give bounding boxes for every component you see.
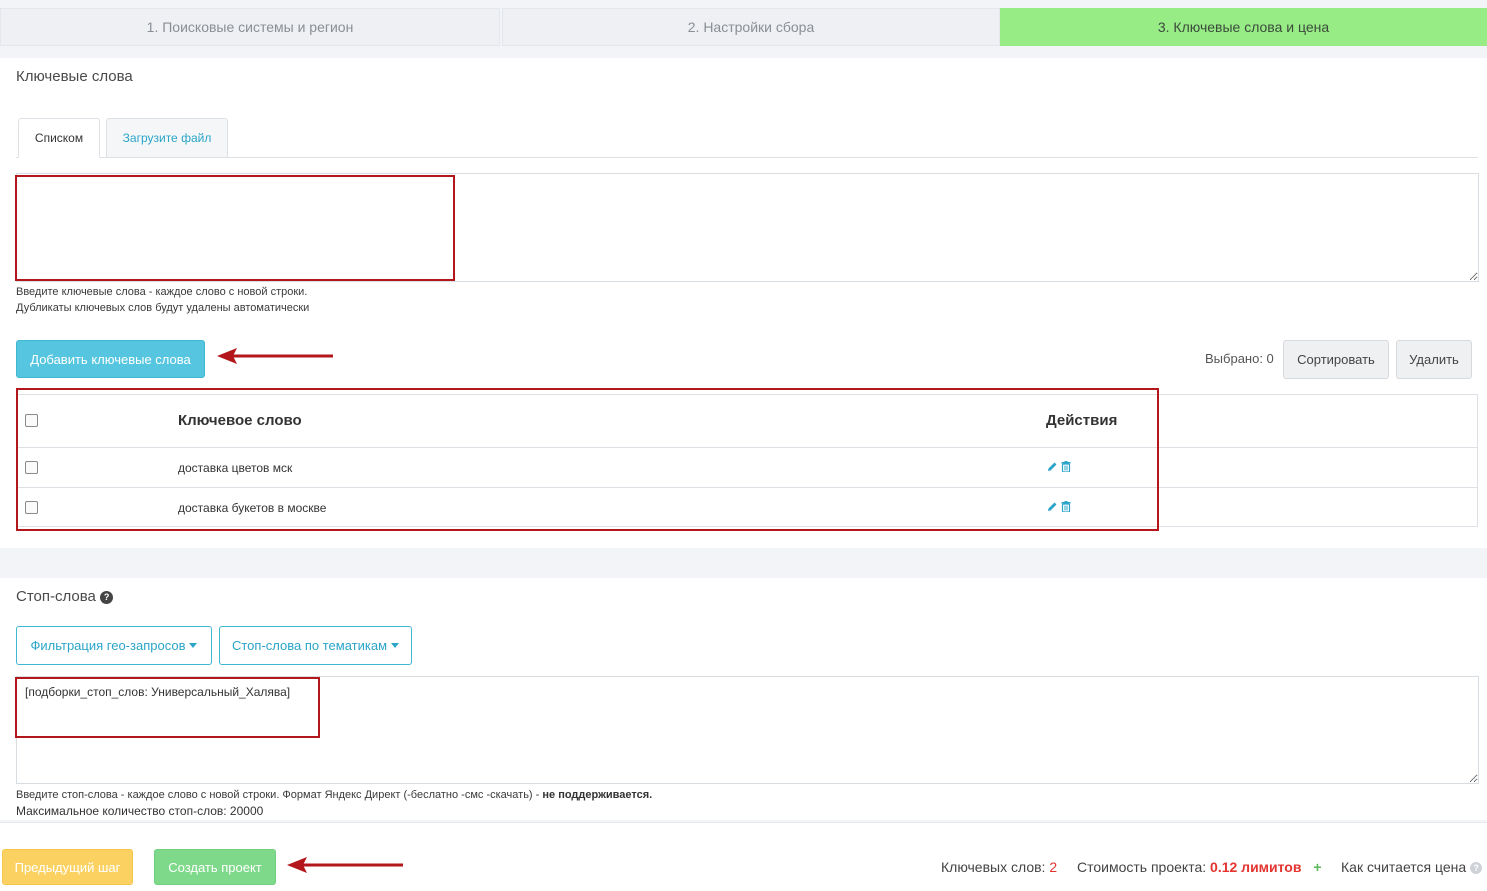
how-price-label: Как считается цена (1341, 859, 1467, 875)
sort-button[interactable]: Сортировать (1283, 340, 1389, 379)
edit-pencil-icon[interactable] (1047, 501, 1058, 512)
question-circle-icon[interactable]: ? (1470, 862, 1483, 875)
keywords-textarea[interactable] (16, 173, 1479, 282)
stopwords-hint: Введите стоп-слова - каждое слово с ново… (16, 787, 652, 803)
tab-upload-file[interactable]: Загрузите файл (106, 118, 228, 158)
delete-trash-icon[interactable] (1061, 461, 1071, 472)
row-actions (1047, 461, 1071, 472)
stopwords-hint-text: Введите стоп-слова - каждое слово с ново… (16, 789, 543, 801)
annotation-arrow-add (217, 348, 333, 364)
column-keyword: Ключевое слово (178, 412, 302, 429)
keywords-count-label: Ключевых слов: (941, 859, 1046, 875)
step-2[interactable]: 2. Настройки сбора (502, 8, 1000, 46)
stopwords-title-text: Стоп-слова (16, 588, 96, 605)
keywords-hint-2: Дубликаты ключевых слов будут удалены ав… (16, 302, 310, 314)
previous-step-button[interactable]: Предыдущий шаг (2, 849, 133, 885)
step-1[interactable]: 1. Поисковые системы и регион (0, 8, 500, 46)
row-actions (1047, 501, 1071, 512)
stopwords-title: Стоп-слова ? (16, 588, 114, 605)
create-project-button[interactable]: Создать проект (154, 849, 276, 885)
stopwords-panel: Стоп-слова ? Фильтрация гео-запросов Сто… (0, 578, 1487, 820)
keywords-count-value: 2 (1049, 859, 1058, 875)
wizard-steps: 1. Поисковые системы и регион 2. Настрой… (0, 8, 1487, 46)
keywords-table: Ключевое слово Действия доставка цветов … (16, 394, 1478, 527)
table-row: доставка букетов в москве (17, 488, 1477, 528)
tab-list[interactable]: Списком (18, 118, 100, 158)
keyword-cell: доставка букетов в москве (178, 501, 327, 515)
step-3-active[interactable]: 3. Ключевые слова и цена (1000, 8, 1487, 46)
stopwords-textarea[interactable]: [подборки_стоп_слов: Универсальный_Халяв… (16, 676, 1479, 784)
geo-filter-dropdown[interactable]: Фильтрация гео-запросов (16, 626, 212, 665)
footer-bar: Предыдущий шаг Создать проект Ключевых с… (0, 822, 1487, 891)
row-checkbox[interactable] (25, 501, 38, 514)
how-price-calculated[interactable]: Как считается цена ? (1341, 859, 1483, 875)
project-cost-value: 0.12 лимитов (1210, 859, 1302, 875)
keywords-hint-1: Введите ключевые слова - каждое слово с … (16, 286, 308, 298)
row-checkbox[interactable] (25, 461, 38, 474)
delete-trash-icon[interactable] (1061, 501, 1071, 512)
caret-down-icon (189, 643, 198, 648)
keywords-title: Ключевые слова (16, 68, 133, 85)
select-all-checkbox[interactable] (25, 414, 38, 427)
project-cost: Стоимость проекта: 0.12 лимитов + (1077, 859, 1322, 875)
project-cost-label: Стоимость проекта: (1077, 859, 1207, 875)
table-header-row: Ключевое слово Действия (17, 395, 1477, 448)
keywords-tabs: Списком Загрузите файл (16, 118, 1478, 158)
column-actions: Действия (1046, 412, 1118, 429)
add-limits-plus[interactable]: + (1313, 859, 1321, 875)
selected-count: Выбрано: 0 (1205, 351, 1274, 366)
add-keywords-button[interactable]: Добавить ключевые слова (16, 340, 205, 378)
keywords-count: Ключевых слов: 2 (941, 859, 1057, 875)
theme-stopwords-label: Стоп-слова по тематикам (231, 638, 388, 653)
theme-stopwords-dropdown[interactable]: Стоп-слова по тематикам (219, 626, 412, 665)
annotation-arrow-create (287, 857, 403, 873)
caret-down-icon (391, 643, 400, 648)
keyword-cell: доставка цветов мск (178, 461, 293, 475)
max-stopwords: Максимальное количество стоп-слов: 20000 (16, 804, 264, 818)
geo-filter-label: Фильтрация гео-запросов (30, 638, 186, 653)
edit-pencil-icon[interactable] (1047, 461, 1058, 472)
stopwords-hint-bold: не поддерживается. (542, 789, 653, 801)
keywords-panel: Ключевые слова Списком Загрузите файл Вв… (0, 58, 1487, 548)
table-row: доставка цветов мск (17, 448, 1477, 488)
delete-button[interactable]: Удалить (1396, 340, 1472, 379)
question-circle-icon[interactable]: ? (100, 590, 114, 604)
